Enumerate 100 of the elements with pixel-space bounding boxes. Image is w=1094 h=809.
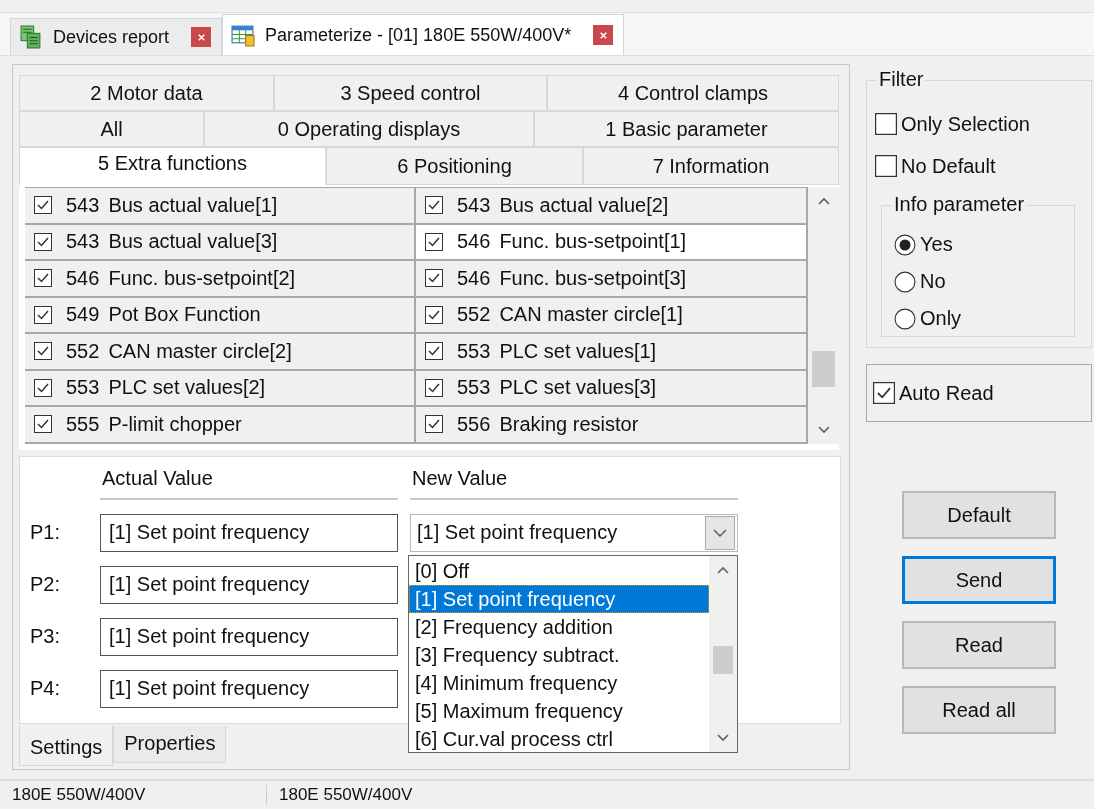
new-value-dropdown[interactable]: [1] Set point frequency bbox=[410, 513, 738, 552]
parameter-item[interactable]: 543 Bus actual value[1] bbox=[25, 188, 416, 225]
action-button[interactable]: Default bbox=[902, 491, 1056, 539]
dropdown-option[interactable]: [6] Cur.val process ctrl bbox=[409, 724, 709, 753]
tab[interactable]: 3 Speed control bbox=[274, 75, 547, 111]
parameter-item[interactable]: 553 PLC set values[2] bbox=[25, 370, 416, 407]
radio-label: Yes bbox=[920, 233, 953, 256]
row-label: P4: bbox=[30, 677, 62, 700]
dropdown-option[interactable]: [4] Minimum frequency bbox=[409, 668, 709, 697]
document-tab[interactable]: Devices report bbox=[10, 18, 223, 55]
parameter-name: P-limit chopper bbox=[108, 412, 242, 436]
parameter-item[interactable]: 553 PLC set values[1] bbox=[416, 334, 808, 371]
parameter-name: CAN master circle[2] bbox=[108, 339, 292, 363]
tab[interactable]: 5 Extra functions bbox=[19, 147, 326, 185]
parameter-item[interactable]: 546 Func. bus-setpoint[3] bbox=[416, 261, 808, 298]
close-button[interactable] bbox=[191, 27, 212, 47]
checkbox[interactable] bbox=[875, 113, 897, 135]
checkbox-label: Auto Read bbox=[899, 381, 994, 405]
checkbox[interactable] bbox=[425, 305, 443, 324]
parameter-item[interactable]: 543 Bus actual value[3] bbox=[25, 224, 416, 261]
parameter-item[interactable]: 552 CAN master circle[1] bbox=[416, 297, 808, 334]
parameter-item[interactable]: 556 Braking resistor bbox=[416, 407, 808, 444]
parameter-number: 549 bbox=[66, 303, 100, 327]
parameter-number: 543 bbox=[66, 230, 100, 254]
tab[interactable]: All bbox=[19, 111, 204, 147]
checkbox[interactable] bbox=[34, 342, 52, 361]
radio-label: No bbox=[920, 270, 946, 293]
checkbox[interactable] bbox=[34, 232, 52, 251]
scroll-down-icon[interactable] bbox=[717, 733, 729, 742]
checkbox[interactable] bbox=[34, 196, 52, 215]
checkbox[interactable] bbox=[425, 378, 443, 397]
checkbox[interactable] bbox=[425, 342, 443, 361]
scrollbar[interactable] bbox=[709, 555, 737, 752]
scrollbar-thumb[interactable] bbox=[812, 351, 835, 387]
checkbox[interactable] bbox=[873, 382, 895, 404]
checkbox[interactable] bbox=[425, 415, 443, 434]
parameter-name: Pot Box Function bbox=[108, 303, 261, 327]
checkbox-label: No Default bbox=[901, 154, 996, 178]
close-button[interactable] bbox=[593, 25, 614, 45]
document-tab[interactable]: Parameterize - [01] 180E 550W/400V* bbox=[222, 14, 625, 55]
parameter-item[interactable]: 546 Func. bus-setpoint[2] bbox=[25, 261, 416, 298]
tab[interactable]: 4 Control clamps bbox=[547, 75, 839, 111]
parameter-number: 553 bbox=[457, 376, 491, 400]
checkbox[interactable] bbox=[34, 305, 52, 324]
checkbox[interactable] bbox=[425, 196, 443, 215]
tab[interactable]: Properties bbox=[113, 725, 227, 763]
checkbox[interactable] bbox=[34, 269, 52, 288]
parameter-item[interactable]: 555 P-limit chopper bbox=[25, 407, 416, 444]
dropdown-option[interactable]: [0] Off bbox=[409, 556, 709, 585]
parameter-number: 543 bbox=[66, 193, 100, 217]
action-button[interactable]: Read all bbox=[902, 686, 1056, 734]
parameter-item[interactable]: 546 Func. bus-setpoint[1] bbox=[416, 224, 808, 261]
dropdown-value: [1] Set point frequency bbox=[417, 521, 618, 544]
tab[interactable]: 7 Information bbox=[583, 147, 839, 185]
tab[interactable]: Settings bbox=[19, 725, 114, 766]
checkbox[interactable] bbox=[425, 232, 443, 251]
row-label: P2: bbox=[30, 573, 62, 596]
parameter-number: 556 bbox=[457, 412, 491, 436]
parameter-number: 546 bbox=[457, 266, 491, 290]
radio-label: Only bbox=[920, 307, 962, 330]
parameter-name: Func. bus-setpoint[3] bbox=[499, 266, 687, 290]
actual-value-field: [1] Set point frequency bbox=[100, 669, 398, 708]
scrollbar-thumb[interactable] bbox=[713, 645, 733, 674]
dropdown-option[interactable]: [1] Set point frequency bbox=[409, 584, 709, 613]
parameter-item[interactable]: 549 Pot Box Function bbox=[25, 297, 416, 334]
parameter-number: 546 bbox=[457, 230, 491, 254]
tab[interactable]: 0 Operating displays bbox=[204, 111, 534, 147]
scroll-down-icon[interactable] bbox=[817, 425, 830, 434]
radio-button[interactable] bbox=[894, 270, 916, 293]
tab[interactable]: 1 Basic parameter bbox=[534, 111, 839, 147]
scroll-up-icon[interactable] bbox=[717, 565, 729, 574]
checkbox[interactable] bbox=[34, 415, 52, 434]
parameter-name: Bus actual value[2] bbox=[499, 193, 669, 217]
parameter-item[interactable]: 552 CAN master circle[2] bbox=[25, 334, 416, 371]
parameter-name: PLC set values[1] bbox=[499, 339, 657, 363]
action-button[interactable]: Send bbox=[902, 556, 1056, 604]
dropdown-option[interactable]: [3] Frequency subtract. bbox=[409, 640, 709, 669]
scrollbar[interactable] bbox=[808, 187, 839, 444]
parameter-number: 553 bbox=[457, 339, 491, 363]
close-icon bbox=[597, 29, 609, 41]
row-label: P1: bbox=[30, 521, 62, 544]
parameter-item[interactable]: 543 Bus actual value[2] bbox=[416, 188, 808, 225]
parameter-item[interactable]: 553 PLC set values[3] bbox=[416, 370, 808, 407]
radio-button[interactable] bbox=[894, 307, 916, 330]
dropdown-option[interactable]: [2] Frequency addition bbox=[409, 612, 709, 641]
tab[interactable]: 6 Positioning bbox=[326, 147, 583, 185]
parameter-name: CAN master circle[1] bbox=[499, 303, 683, 327]
checkbox[interactable] bbox=[34, 378, 52, 397]
parameter-number: 553 bbox=[66, 376, 100, 400]
group-title: Info parameter bbox=[892, 193, 1027, 216]
status-text: 180E 550W/400V bbox=[278, 785, 413, 805]
checkbox[interactable] bbox=[875, 155, 897, 177]
parameter-name: Bus actual value[1] bbox=[108, 193, 278, 217]
radio-button[interactable] bbox=[894, 233, 916, 256]
dropdown-option[interactable]: [5] Maximum frequency bbox=[409, 696, 709, 725]
checkbox-label: Only Selection bbox=[901, 112, 1030, 136]
action-button[interactable]: Read bbox=[902, 621, 1056, 669]
tab[interactable]: 2 Motor data bbox=[19, 75, 274, 111]
scroll-up-icon[interactable] bbox=[817, 197, 830, 205]
checkbox[interactable] bbox=[425, 269, 443, 288]
